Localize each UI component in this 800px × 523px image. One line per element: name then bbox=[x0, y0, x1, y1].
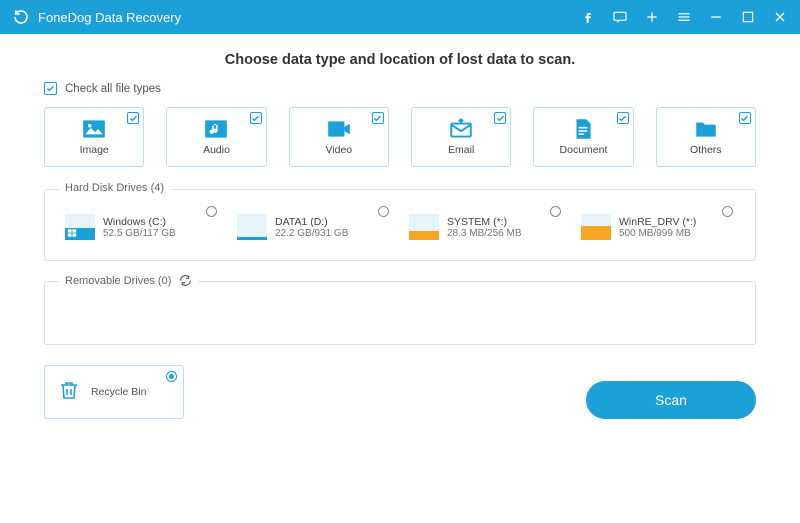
type-card-audio[interactable]: Audio bbox=[166, 107, 266, 167]
checkbox-icon[interactable] bbox=[372, 112, 384, 124]
type-card-email[interactable]: Email bbox=[411, 107, 511, 167]
removable-legend: Removable Drives (0) bbox=[59, 274, 198, 287]
drive-thumb bbox=[65, 214, 95, 240]
checkbox-icon[interactable] bbox=[617, 112, 629, 124]
video-icon bbox=[326, 118, 352, 140]
app-title: FoneDog Data Recovery bbox=[38, 10, 580, 25]
email-icon bbox=[448, 118, 474, 140]
close-icon[interactable] bbox=[772, 9, 788, 25]
menu-icon[interactable] bbox=[676, 9, 692, 25]
drive-name: SYSTEM (*:) bbox=[447, 216, 521, 228]
drive-list: Windows (C:)52.5 GB/117 GB DATA1 (D:)22.2… bbox=[61, 210, 739, 244]
trash-icon bbox=[57, 377, 81, 408]
type-label: Image bbox=[80, 144, 109, 156]
drive-thumb bbox=[409, 214, 439, 240]
drive-thumb bbox=[237, 214, 267, 240]
minimize-icon[interactable] bbox=[708, 9, 724, 25]
drive-item[interactable]: SYSTEM (*:)28.3 MB/256 MB bbox=[405, 210, 567, 244]
type-label: Others bbox=[690, 144, 722, 156]
type-label: Email bbox=[448, 144, 474, 156]
drive-size: 500 MB/999 MB bbox=[619, 228, 696, 239]
type-card-others[interactable]: Others bbox=[656, 107, 756, 167]
checkbox-icon[interactable] bbox=[250, 112, 262, 124]
audio-icon bbox=[203, 118, 229, 140]
hdd-legend: Hard Disk Drives (4) bbox=[59, 182, 170, 194]
scan-button[interactable]: Scan bbox=[586, 381, 756, 419]
drive-item[interactable]: Windows (C:)52.5 GB/117 GB bbox=[61, 210, 223, 244]
drive-item[interactable]: DATA1 (D:)22.2 GB/931 GB bbox=[233, 210, 395, 244]
drive-name: DATA1 (D:) bbox=[275, 216, 348, 228]
page-heading: Choose data type and location of lost da… bbox=[44, 52, 756, 68]
drive-size: 52.5 GB/117 GB bbox=[103, 228, 176, 239]
titlebar: FoneDog Data Recovery bbox=[0, 0, 800, 34]
drive-name: WinRE_DRV (*:) bbox=[619, 216, 696, 228]
drive-name: Windows (C:) bbox=[103, 216, 176, 228]
folder-icon bbox=[693, 118, 719, 140]
feedback-icon[interactable] bbox=[612, 9, 628, 25]
radio-icon[interactable] bbox=[722, 206, 733, 217]
type-card-image[interactable]: Image bbox=[44, 107, 144, 167]
plus-icon[interactable] bbox=[644, 9, 660, 25]
radio-icon[interactable] bbox=[206, 206, 217, 217]
recycle-bin-card[interactable]: Recycle Bin bbox=[44, 365, 184, 419]
type-label: Document bbox=[560, 144, 608, 156]
drive-item[interactable]: WinRE_DRV (*:)500 MB/999 MB bbox=[577, 210, 739, 244]
refresh-icon[interactable] bbox=[179, 274, 192, 287]
document-icon bbox=[570, 118, 596, 140]
type-card-document[interactable]: Document bbox=[533, 107, 633, 167]
drive-thumb bbox=[581, 214, 611, 240]
radio-icon[interactable] bbox=[378, 206, 389, 217]
hdd-section: Hard Disk Drives (4) Windows (C:)52.5 GB… bbox=[44, 189, 756, 261]
drive-size: 22.2 GB/931 GB bbox=[275, 228, 348, 239]
checkbox-icon[interactable] bbox=[494, 112, 506, 124]
type-label: Audio bbox=[203, 144, 230, 156]
maximize-icon[interactable] bbox=[740, 9, 756, 25]
checkbox-icon[interactable] bbox=[44, 82, 57, 95]
radio-icon[interactable] bbox=[550, 206, 561, 217]
image-icon bbox=[81, 118, 107, 140]
facebook-icon[interactable] bbox=[580, 9, 596, 25]
drive-size: 28.3 MB/256 MB bbox=[447, 228, 521, 239]
app-logo-icon bbox=[12, 8, 30, 26]
check-all-label: Check all file types bbox=[65, 83, 161, 95]
recycle-label: Recycle Bin bbox=[91, 386, 146, 398]
window-controls bbox=[580, 9, 788, 25]
type-label: Video bbox=[325, 144, 352, 156]
checkbox-icon[interactable] bbox=[127, 112, 139, 124]
checkbox-icon[interactable] bbox=[739, 112, 751, 124]
check-all-filetypes[interactable]: Check all file types bbox=[44, 82, 756, 95]
file-type-grid: Image Audio Video Email Document Others bbox=[44, 107, 756, 167]
type-card-video[interactable]: Video bbox=[289, 107, 389, 167]
radio-selected-icon[interactable] bbox=[166, 371, 177, 382]
removable-section: Removable Drives (0) bbox=[44, 281, 756, 345]
